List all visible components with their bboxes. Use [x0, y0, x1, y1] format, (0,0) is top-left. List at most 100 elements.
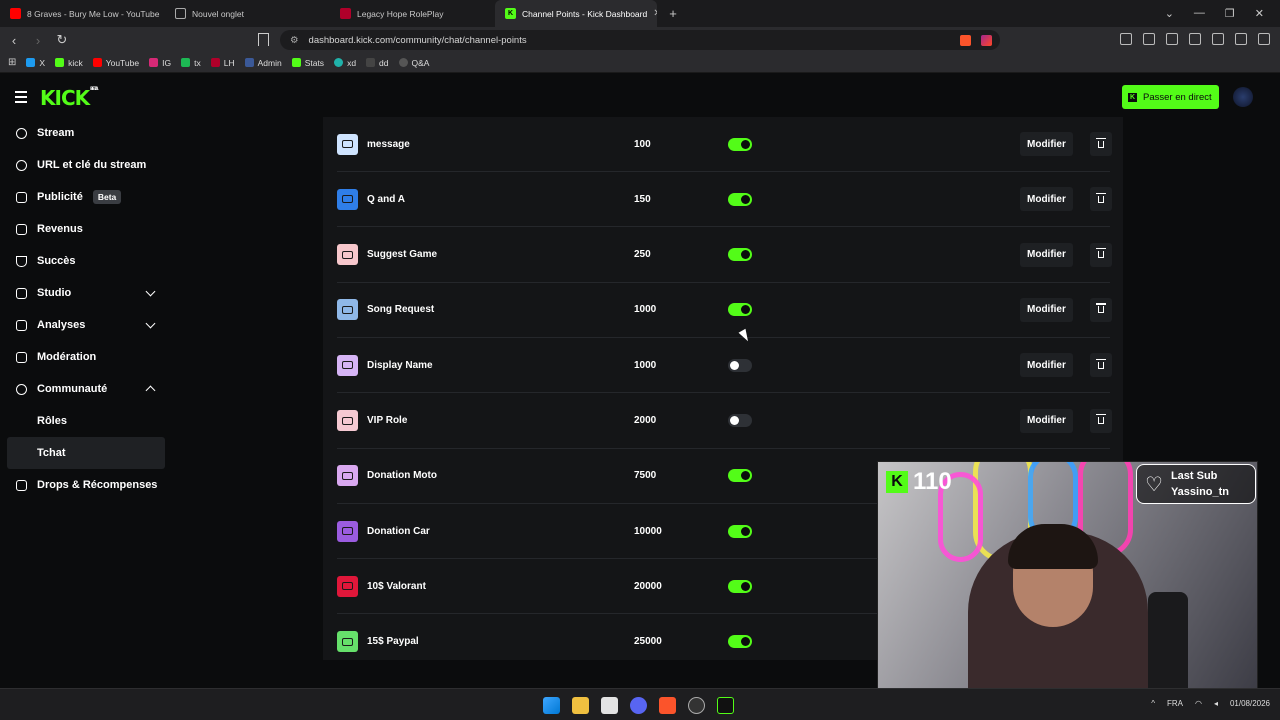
reload-icon[interactable]: ↻	[52, 32, 72, 48]
kick-logo[interactable]: KICKBETA	[40, 86, 98, 110]
brave-icon[interactable]	[659, 697, 676, 714]
sidebar-item-moderation[interactable]: Modération	[0, 341, 170, 373]
bookmark-kick[interactable]: kick	[55, 58, 83, 68]
delete-reward-button[interactable]	[1090, 353, 1112, 378]
avatar[interactable]	[1233, 87, 1253, 107]
edit-reward-button[interactable]: Modifier	[1020, 408, 1073, 433]
close-window-icon[interactable]: ✕	[1255, 7, 1264, 20]
vpn-icon[interactable]	[1235, 33, 1247, 45]
link-icon	[16, 159, 27, 171]
bookmark-lh[interactable]: LH	[210, 58, 235, 68]
sidebar-item-community[interactable]: Communauté	[0, 373, 170, 405]
wifi-icon[interactable]: ◠	[1195, 699, 1202, 708]
legacy-hope-icon	[210, 58, 220, 67]
new-tab-button[interactable]: +	[663, 6, 683, 21]
bookmark-ig[interactable]: IG	[149, 58, 171, 68]
wallet-icon[interactable]	[1189, 33, 1201, 45]
bookmark-xd[interactable]: xd	[334, 58, 356, 68]
volume-icon[interactable]: ◂	[1214, 699, 1218, 708]
minimize-icon[interactable]: —	[1194, 7, 1205, 20]
forward-icon[interactable]: ›	[28, 33, 48, 48]
reward-enabled-toggle[interactable]	[728, 192, 752, 206]
edit-reward-button[interactable]: Modifier	[1020, 132, 1073, 156]
reward-icon	[337, 575, 358, 597]
tab-list-icon[interactable]: ⌄	[1165, 7, 1174, 20]
edit-reward-button[interactable]: Modifier	[1020, 353, 1073, 378]
windows-start-icon[interactable]	[543, 697, 560, 714]
tab-youtube[interactable]: 8 Graves - Bury Me Low - YouTube	[0, 0, 165, 27]
bookmark-youtube[interactable]: YouTube	[92, 58, 139, 68]
delete-reward-button[interactable]	[1090, 242, 1112, 267]
reward-icon	[337, 133, 358, 155]
tray-chevron-icon[interactable]: ^	[1151, 699, 1155, 708]
extensions-icon[interactable]	[1120, 33, 1132, 45]
bookmark-tx[interactable]: tx	[181, 58, 201, 68]
reward-enabled-toggle[interactable]	[728, 303, 752, 317]
reward-name: message	[367, 138, 410, 150]
reward-cost: 10000	[634, 525, 662, 537]
reward-enabled-toggle[interactable]	[728, 469, 752, 483]
date-text[interactable]: 01/08/2026	[1230, 699, 1270, 708]
discord-icon[interactable]	[630, 697, 647, 714]
brave-rewards-icon[interactable]	[981, 34, 992, 46]
reward-enabled-toggle[interactable]	[728, 524, 752, 538]
sidebar-item-revenue[interactable]: Revenus	[0, 213, 170, 245]
reward-enabled-toggle[interactable]	[728, 579, 752, 593]
maximize-icon[interactable]: ❐	[1225, 7, 1235, 20]
reward-enabled-toggle[interactable]	[728, 635, 752, 649]
reward-enabled-toggle[interactable]	[728, 414, 752, 427]
kick-icon: K	[1128, 92, 1137, 102]
delete-reward-button[interactable]	[1090, 297, 1112, 322]
hammer-icon	[16, 351, 27, 363]
tab-label: 8 Graves - Bury Me Low - YouTube	[27, 8, 160, 19]
bookmark-qa[interactable]: Q&A	[398, 58, 429, 68]
x-icon	[26, 58, 36, 67]
bookmark-x[interactable]: X	[26, 58, 45, 68]
trash-icon	[1096, 248, 1106, 259]
language-indicator[interactable]: FRA	[1167, 699, 1183, 708]
site-info-icon[interactable]: ⚙	[290, 35, 299, 46]
tab-legacy-hope[interactable]: Legacy Hope RolePlay	[330, 0, 495, 27]
sidebar-icon[interactable]	[1166, 33, 1178, 45]
tab-kick-dashboard[interactable]: K Channel Points - Kick Dashboard ✕	[495, 0, 657, 27]
go-live-button[interactable]: K Passer en direct	[1122, 85, 1219, 109]
back-icon[interactable]: ‹	[4, 33, 24, 48]
reward-cost: 25000	[634, 636, 662, 648]
menu-icon[interactable]	[1258, 33, 1270, 45]
delete-reward-button[interactable]	[1090, 132, 1112, 156]
edit-reward-button[interactable]: Modifier	[1020, 187, 1073, 212]
reward-enabled-toggle[interactable]	[728, 248, 752, 262]
sidebar-item-achievements[interactable]: Succès	[0, 245, 170, 277]
edit-reward-button[interactable]: Modifier	[1020, 297, 1073, 322]
snipping-tool-icon[interactable]	[601, 697, 618, 714]
tab-new[interactable]: Nouvel onglet	[165, 0, 330, 27]
obs-icon[interactable]	[688, 697, 705, 714]
reward-enabled-toggle[interactable]	[728, 137, 752, 151]
brave-shield-icon[interactable]	[960, 34, 971, 46]
url-field[interactable]: ⚙ dashboard.kick.com/community/chat/chan…	[280, 30, 1000, 50]
url-text: dashboard.kick.com/community/chat/channe…	[308, 34, 527, 46]
leo-icon[interactable]	[1212, 33, 1224, 45]
sidebar-item-stream[interactable]: Stream	[0, 117, 170, 149]
reward-enabled-toggle[interactable]	[728, 358, 752, 372]
sidebar-item-analytics[interactable]: Analyses	[0, 309, 170, 341]
bookmark-dd[interactable]: dd	[366, 58, 389, 68]
delete-reward-button[interactable]	[1090, 187, 1112, 212]
sidebar-item-ads[interactable]: Publicité Beta	[0, 181, 170, 213]
bookmark-stats[interactable]: Stats	[291, 58, 324, 68]
hamburger-menu-icon[interactable]	[15, 91, 27, 106]
apps-grid-icon[interactable]: ⊞	[8, 57, 16, 68]
app-icon[interactable]	[717, 697, 734, 714]
edit-reward-button[interactable]: Modifier	[1020, 242, 1073, 267]
close-tab-icon[interactable]: ✕	[653, 8, 657, 19]
sidebar-item-roles[interactable]: Rôles	[0, 405, 170, 437]
bookmark-icon[interactable]	[258, 33, 269, 46]
delete-reward-button[interactable]	[1090, 408, 1112, 433]
bookmark-admin[interactable]: Admin	[244, 58, 282, 68]
sidebar-item-stream-key[interactable]: URL et clé du stream	[0, 149, 170, 181]
file-explorer-icon[interactable]	[572, 697, 589, 714]
sidebar-item-studio[interactable]: Studio	[0, 277, 170, 309]
sidebar-item-chat[interactable]: Tchat	[7, 437, 165, 469]
sidebar-item-drops[interactable]: Drops & Récompenses	[0, 469, 170, 501]
media-icon[interactable]	[1143, 33, 1155, 45]
